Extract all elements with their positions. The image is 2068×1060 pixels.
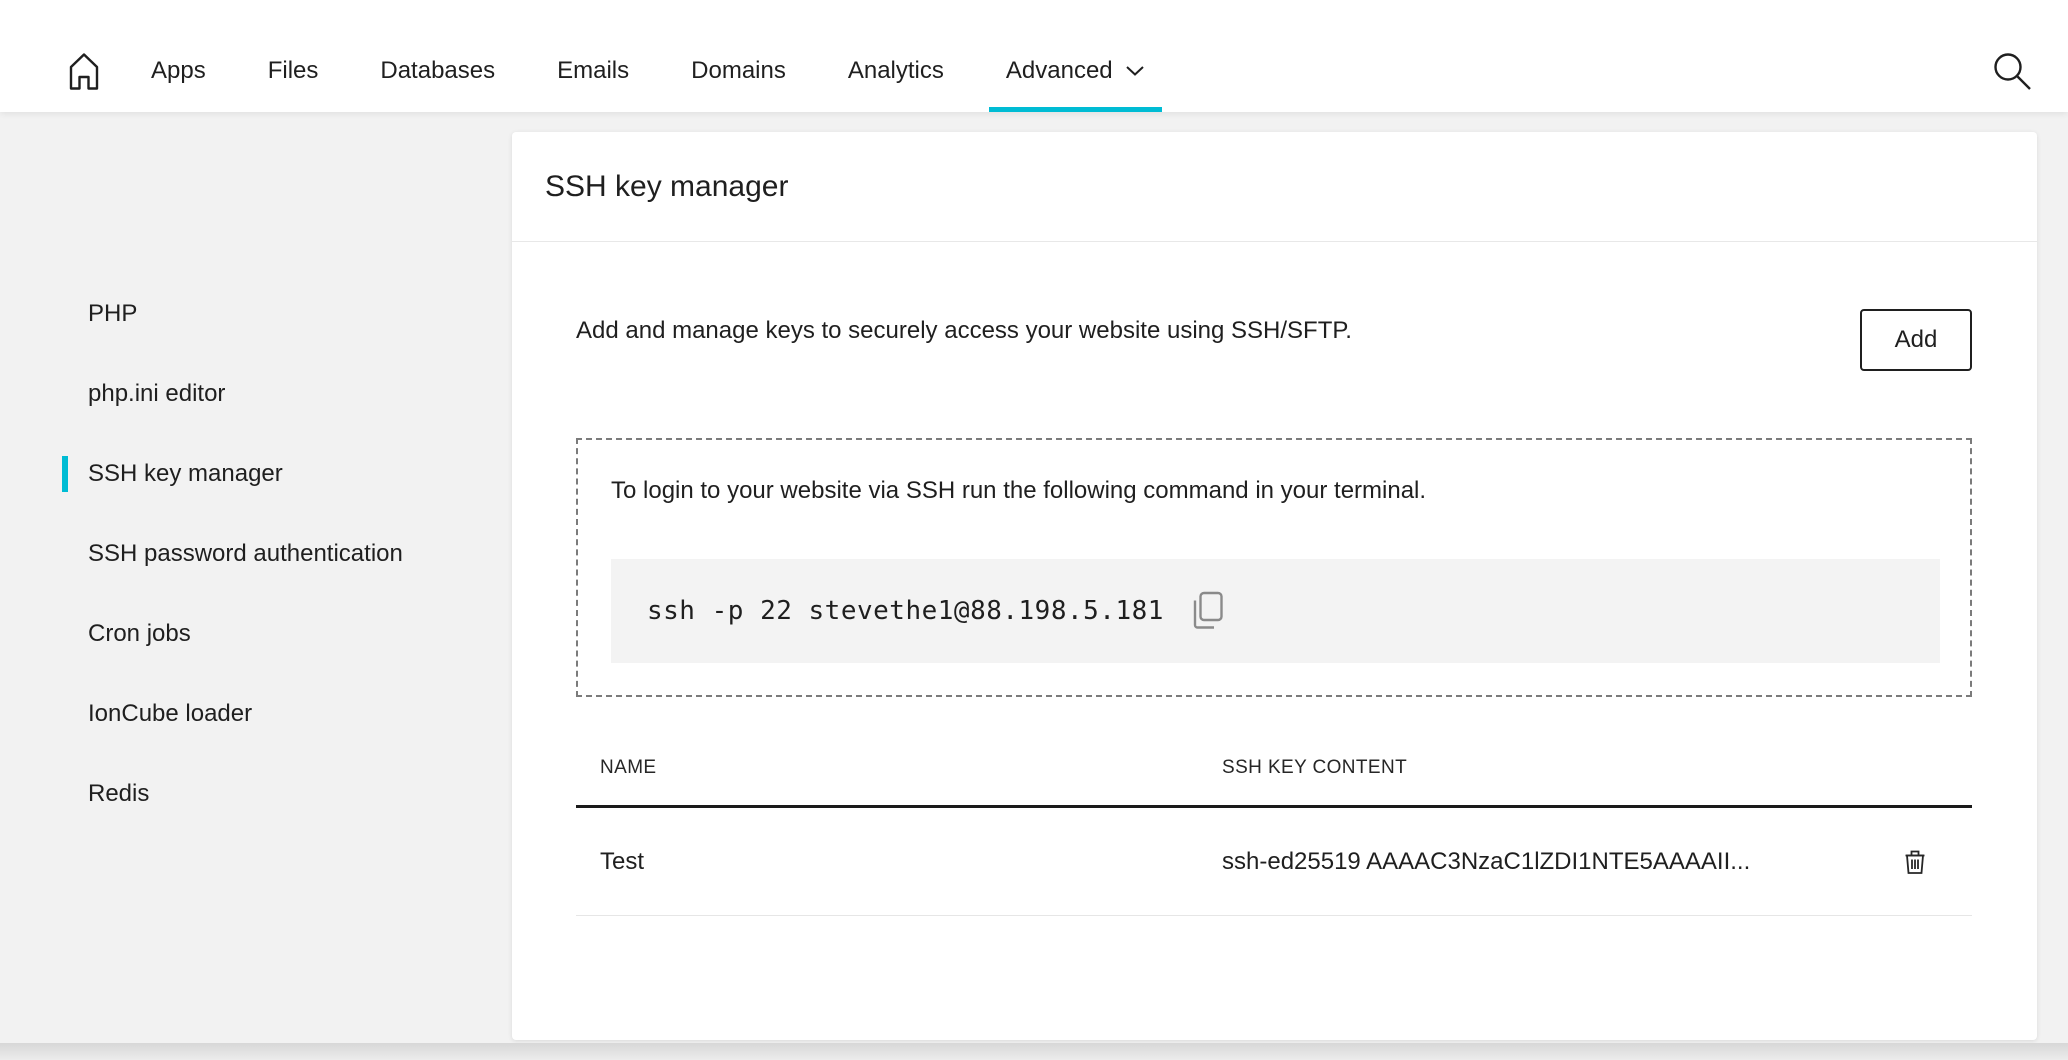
- ssh-command-block: ssh -p 22 stevethe1@88.198.5.181: [611, 559, 1940, 663]
- ssh-command: ssh -p 22 stevethe1@88.198.5.181: [647, 596, 1164, 626]
- home-nav-item[interactable]: [48, 30, 120, 112]
- sidebar-item-label: Cron jobs: [88, 620, 191, 648]
- key-content-cell: ssh-ed25519 AAAAC3NzaC1lZDI1NTE5AAAAII..…: [1198, 848, 1904, 876]
- home-icon: [66, 50, 102, 92]
- sidebar-item-redis[interactable]: Redis: [0, 754, 512, 834]
- sidebar-item-ssh-password-authentication[interactable]: SSH password authentication: [0, 514, 512, 594]
- sidebar: PHP php.ini editor SSH key manager SSH p…: [0, 112, 512, 834]
- nav-item-label: Analytics: [848, 57, 944, 85]
- ssh-login-info-box: To login to your website via SSH run the…: [576, 438, 1972, 697]
- sidebar-item-label: SSH key manager: [88, 460, 283, 488]
- page-bottom-shadow: [0, 1043, 2068, 1060]
- nav-item-apps[interactable]: Apps: [120, 30, 237, 112]
- table-header-row: NAME SSH KEY CONTENT: [576, 757, 1972, 808]
- key-name-cell: Test: [576, 848, 1198, 876]
- sidebar-menu: PHP php.ini editor SSH key manager SSH p…: [0, 274, 512, 834]
- sidebar-item-label: php.ini editor: [88, 380, 225, 408]
- sidebar-item-php-ini-editor[interactable]: php.ini editor: [0, 354, 512, 434]
- table-row: Test ssh-ed25519 AAAAC3NzaC1lZDI1NTE5AAA…: [576, 808, 1972, 916]
- page-title: SSH key manager: [545, 170, 788, 204]
- nav-item-label: Apps: [151, 57, 206, 85]
- ssh-instruction-text: To login to your website via SSH run the…: [611, 476, 1940, 506]
- sidebar-item-label: PHP: [88, 300, 137, 328]
- nav-item-label: Domains: [691, 57, 786, 85]
- column-header-ssh-key-content: SSH KEY CONTENT: [1198, 757, 1972, 779]
- nav-item-files[interactable]: Files: [237, 30, 350, 112]
- nav-item-analytics[interactable]: Analytics: [817, 30, 975, 112]
- nav-item-label: Emails: [557, 57, 629, 85]
- description-row: Add and manage keys to securely access y…: [576, 309, 1972, 371]
- nav-item-databases[interactable]: Databases: [349, 30, 526, 112]
- sidebar-item-ssh-key-manager[interactable]: SSH key manager: [0, 434, 512, 514]
- copy-icon: [1190, 591, 1224, 631]
- panel-header: SSH key manager: [512, 132, 2037, 242]
- chevron-down-icon: [1125, 65, 1145, 77]
- delete-key-button[interactable]: [1904, 849, 1926, 875]
- nav-item-advanced[interactable]: Advanced: [975, 30, 1176, 112]
- nav-item-label: Advanced: [1006, 57, 1113, 85]
- sidebar-item-ioncube-loader[interactable]: IonCube loader: [0, 674, 512, 754]
- ssh-key-manager-panel: SSH key manager Add and manage keys to s…: [512, 132, 2037, 1040]
- sidebar-item-label: IonCube loader: [88, 700, 252, 728]
- add-key-button[interactable]: Add: [1860, 309, 1972, 371]
- copy-command-button[interactable]: [1190, 591, 1224, 631]
- sidebar-item-label: SSH password authentication: [88, 540, 403, 568]
- sidebar-item-cron-jobs[interactable]: Cron jobs: [0, 594, 512, 674]
- trash-icon: [1904, 849, 1926, 875]
- ssh-keys-table: NAME SSH KEY CONTENT Test ssh-ed25519 AA…: [576, 757, 1972, 916]
- sidebar-item-label: Redis: [88, 780, 149, 808]
- nav-item-emails[interactable]: Emails: [526, 30, 660, 112]
- nav-item-domains[interactable]: Domains: [660, 30, 817, 112]
- nav-item-label: Databases: [380, 57, 495, 85]
- column-header-name: NAME: [576, 757, 1198, 779]
- panel-body: Add and manage keys to securely access y…: [512, 309, 2037, 916]
- search-button[interactable]: [1980, 39, 2044, 103]
- page-description: Add and manage keys to securely access y…: [576, 309, 1352, 345]
- nav-item-label: Files: [268, 57, 319, 85]
- top-nav: Apps Files Databases Emails Domains Anal…: [0, 0, 2068, 112]
- search-icon: [1991, 50, 2033, 92]
- sidebar-item-php[interactable]: PHP: [0, 274, 512, 354]
